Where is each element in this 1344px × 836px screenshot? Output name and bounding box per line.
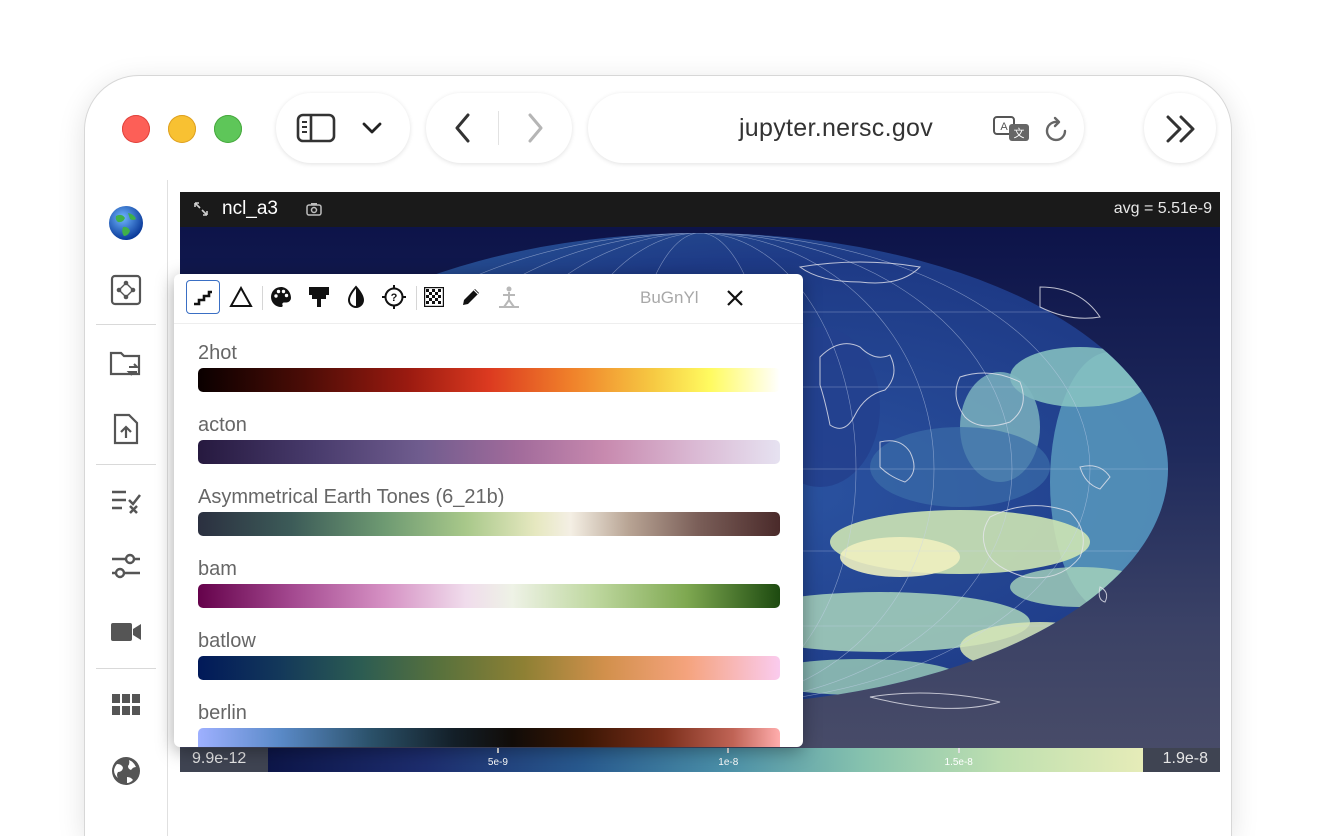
- colormap-swatch: [198, 440, 780, 464]
- minimize-window-button[interactable]: [168, 115, 196, 143]
- colormap-item[interactable]: Asymmetrical Earth Tones (6_21b): [198, 468, 780, 536]
- back-arrow-icon[interactable]: [448, 112, 478, 144]
- colormap-swatch: [198, 656, 780, 680]
- pencil-icon[interactable]: [454, 280, 488, 314]
- colormap-label: Asymmetrical Earth Tones (6_21b): [198, 486, 505, 508]
- plot-title: ncl_a3: [222, 198, 278, 219]
- svg-text:文: 文: [1014, 126, 1025, 140]
- close-window-button[interactable]: [122, 115, 150, 143]
- contrast-icon[interactable]: [339, 280, 373, 314]
- chevron-down-icon[interactable]: [360, 118, 384, 138]
- sidebar-toggle-group: [276, 93, 410, 163]
- colorbar-max: 1.9e-8: [1162, 750, 1208, 767]
- crosshair-help-icon[interactable]: ?: [377, 280, 411, 314]
- colorbar-tick-label: 1.5e-8: [944, 757, 973, 768]
- colormap-label: 2hot: [198, 342, 237, 364]
- jupyter-left-sidebar: [85, 180, 168, 836]
- nav-divider: [498, 111, 499, 145]
- sliders-icon[interactable]: [107, 547, 145, 585]
- colormap-list: 2hot acton Asymmetrical Earth Tones (6_2…: [174, 324, 803, 747]
- colorbar-gradient[interactable]: 5e-9 1e-8 1.5e-8: [268, 748, 1143, 772]
- network-icon[interactable]: [107, 271, 145, 309]
- colormap-swatch: [198, 368, 780, 392]
- svg-text:?: ?: [391, 292, 398, 304]
- double-chevron-right-icon[interactable]: [1162, 113, 1200, 145]
- file-upload-icon[interactable]: [107, 410, 145, 448]
- translate-icon[interactable]: A文: [992, 113, 1032, 145]
- more-tools-button[interactable]: [1144, 93, 1216, 163]
- colormap-panel: ? BuGnYl 2hot acton Asymmetrical Earth T…: [174, 274, 803, 747]
- zoom-window-button[interactable]: [214, 115, 242, 143]
- colormap-label: bam: [198, 558, 237, 580]
- colormap-swatch: [198, 584, 780, 608]
- grid-icon[interactable]: [107, 686, 145, 724]
- camera-icon[interactable]: [107, 613, 145, 651]
- viewer-titlebar: ncl_a3 avg = 5.51e-9: [180, 192, 1220, 227]
- figure-icon[interactable]: [492, 280, 526, 314]
- expand-icon[interactable]: [192, 200, 210, 218]
- colormap-item[interactable]: berlin: [198, 684, 780, 747]
- brush-icon[interactable]: [302, 280, 336, 314]
- colormap-swatch: [198, 512, 780, 536]
- colormap-item[interactable]: batlow: [198, 612, 780, 680]
- colorbar-tick: [496, 748, 499, 753]
- colorbar-tick: [957, 748, 960, 753]
- close-icon[interactable]: [723, 286, 747, 310]
- colorbar-tick-label: 1e-8: [718, 757, 739, 768]
- world-icon[interactable]: [107, 752, 145, 790]
- palette-icon[interactable]: [264, 280, 298, 314]
- checklist-icon[interactable]: [107, 482, 145, 520]
- colorbar-tick-label: 5e-9: [487, 757, 508, 768]
- forward-arrow-icon[interactable]: [520, 112, 550, 144]
- globe-icon[interactable]: [107, 204, 145, 242]
- colorbar: 9.9e-12 5e-9 1e-8 1.5e-8 1.9e-8: [180, 748, 1220, 772]
- colorbar-tick: [727, 748, 730, 753]
- colormap-label: batlow: [198, 630, 256, 652]
- colormap-label: acton: [198, 414, 247, 436]
- sidebar-toggle-icon[interactable]: [296, 112, 336, 144]
- svg-text:A: A: [1000, 121, 1008, 133]
- triangle-icon[interactable]: [224, 280, 258, 314]
- toolbar-divider: [262, 286, 263, 310]
- navigation-group: [426, 93, 572, 163]
- folder-sync-icon[interactable]: [107, 345, 145, 383]
- avg-readout: avg = 5.51e-9: [1113, 200, 1212, 217]
- colormap-item[interactable]: 2hot: [198, 324, 780, 392]
- address-bar[interactable]: jupyter.nersc.gov A文: [588, 93, 1084, 163]
- reload-icon[interactable]: [1042, 115, 1072, 145]
- colorbar-min: 9.9e-12: [192, 750, 247, 767]
- sidebar-divider: [96, 324, 156, 325]
- camera-snapshot-icon[interactable]: [305, 201, 323, 217]
- sidebar-divider: [96, 464, 156, 465]
- checkerboard-icon[interactable]: [417, 280, 451, 314]
- colormap-item[interactable]: bam: [198, 540, 780, 608]
- colormap-label: berlin: [198, 702, 247, 724]
- current-colormap-name: BuGnYl: [640, 288, 699, 307]
- stairs-icon[interactable]: [186, 280, 220, 314]
- colormap-swatch: [198, 728, 780, 747]
- sidebar-divider: [96, 668, 156, 669]
- colormap-item[interactable]: acton: [198, 396, 780, 464]
- colormap-toolbar: ? BuGnYl: [174, 274, 803, 324]
